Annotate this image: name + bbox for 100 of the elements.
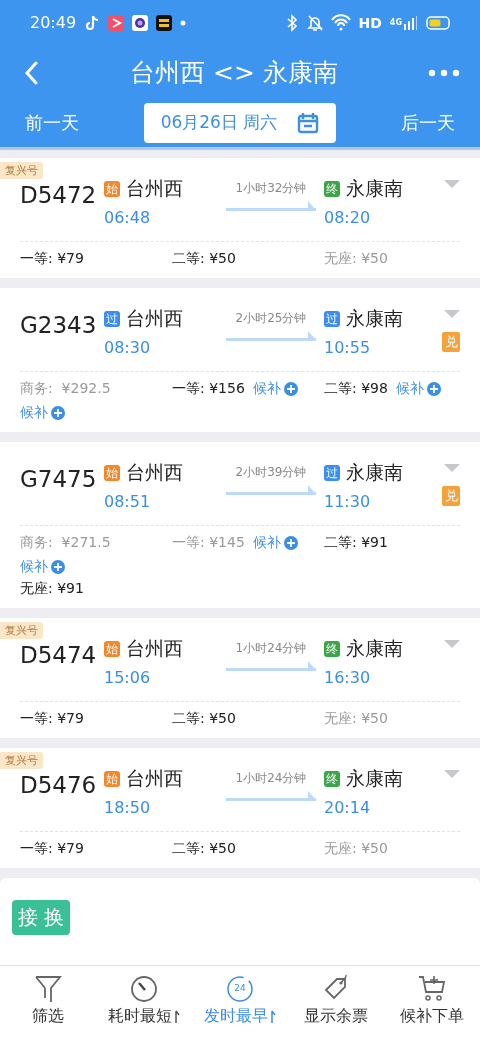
seat-price: 一等: ¥79 xyxy=(20,250,84,268)
station-tag: 过 xyxy=(324,311,340,327)
duration-text: 2小时39分钟 xyxy=(235,464,307,481)
station-name: 永康南 xyxy=(346,176,403,201)
dark-app-icon xyxy=(156,14,173,31)
back-icon xyxy=(24,60,40,85)
seat-price: 二等: ¥91 xyxy=(324,534,388,552)
expand-triangle-icon[interactable] xyxy=(444,180,460,188)
waitlist-button[interactable]: 候补 xyxy=(20,558,65,576)
duration-text: 2小时25分钟 xyxy=(235,310,307,327)
route-title: 台州西 <> 永康南 xyxy=(129,57,339,89)
waitlist-button[interactable]: 候补 xyxy=(20,404,65,422)
expand-triangle-icon[interactable] xyxy=(444,640,460,648)
toolbar-tab[interactable]: 耗时最短 xyxy=(96,974,192,1040)
plus-icon xyxy=(51,406,65,420)
station-tag: 终 xyxy=(324,641,340,657)
wifi-icon xyxy=(330,14,351,31)
time-text: 18:50 xyxy=(104,798,152,817)
station-tag: 过 xyxy=(324,465,340,481)
battery-icon xyxy=(426,15,450,30)
expand-triangle-icon[interactable] xyxy=(444,310,460,318)
plus-icon xyxy=(283,382,298,396)
station-name: 永康南 xyxy=(346,766,403,791)
time-text: 15:06 xyxy=(104,668,152,687)
time-text: 08:51 xyxy=(104,492,152,511)
seat-price: 二等: ¥50 xyxy=(172,250,236,268)
plus-icon xyxy=(283,536,298,550)
seat-price: 二等: ¥50 xyxy=(172,840,236,858)
duration-text: 1小时24分钟 xyxy=(235,640,307,657)
time-text: 20:14 xyxy=(324,798,372,817)
station-name: 永康南 xyxy=(346,306,403,331)
station-tag: 终 xyxy=(324,771,340,787)
train-number: G2343 xyxy=(20,311,98,338)
circle-app-icon xyxy=(132,14,149,31)
duration-text: 1小时24分钟 xyxy=(235,770,307,787)
clock-icon xyxy=(226,974,254,1002)
calendar-icon xyxy=(297,111,320,134)
muted-bell-icon xyxy=(306,13,323,32)
filter-icon xyxy=(34,974,62,1002)
plus-icon xyxy=(51,560,65,574)
seat-price: 一等: ¥79 xyxy=(20,840,84,858)
date-picker[interactable]: 06月26日 周六 xyxy=(144,102,336,143)
clock-time: 20:49 xyxy=(30,13,77,32)
time-text: 11:30 xyxy=(324,492,372,511)
dot-icon xyxy=(180,19,187,26)
toolbar-tab[interactable]: 显示余票 xyxy=(288,974,384,1040)
expand-triangle-icon[interactable] xyxy=(444,464,460,472)
seat-price: 无座: ¥50 xyxy=(324,250,388,268)
exchange-badge: 兑 xyxy=(442,332,460,352)
network-label: HD xyxy=(358,14,382,31)
waitlist-button[interactable]: 候补 xyxy=(252,380,298,398)
transfer-badge: 接 换 xyxy=(12,900,71,935)
train-type-badge: 复兴号 xyxy=(0,162,43,179)
seat-price: 无座: ¥50 xyxy=(324,840,388,858)
time-text: 10:55 xyxy=(324,338,372,357)
station-name: 台州西 xyxy=(126,176,183,201)
station-name: 永康南 xyxy=(346,636,403,661)
stopwatch-icon xyxy=(130,974,158,1002)
station-name: 台州西 xyxy=(126,766,183,791)
next-day-link[interactable]: 后一天 xyxy=(401,110,455,135)
waitlist-button[interactable]: 候补 xyxy=(252,534,298,552)
seat-price: 无座: ¥50 xyxy=(324,710,388,728)
time-text: 08:30 xyxy=(104,338,152,357)
time-text: 16:30 xyxy=(324,668,372,687)
previous-day-link[interactable]: 前一天 xyxy=(25,110,79,135)
seat-price: 无座: ¥91 xyxy=(20,580,84,598)
time-text: 08:20 xyxy=(324,208,372,227)
train-number: G7475 xyxy=(20,465,98,492)
seat-price: 商务: ¥292.5 xyxy=(20,380,111,398)
station-name: 台州西 xyxy=(126,636,183,661)
toolbar-tab[interactable]: 筛选 xyxy=(0,974,96,1040)
play-app-icon xyxy=(108,14,125,31)
toolbar-tab[interactable]: 24 发时最早 xyxy=(192,974,288,1040)
station-tag: 始 xyxy=(104,181,120,197)
plus-icon xyxy=(426,382,441,396)
exchange-badge: 兑 xyxy=(442,486,460,506)
station-tag: 始 xyxy=(104,771,120,787)
signal-bars-icon xyxy=(404,15,418,30)
time-text: 06:48 xyxy=(104,208,152,227)
waitlist-button[interactable]: 候补 xyxy=(395,380,441,398)
seat-price: 一等: ¥79 xyxy=(20,710,84,728)
seat-price: 一等: ¥156 xyxy=(172,380,245,398)
train-number: D5472 xyxy=(20,181,98,208)
station-tag: 始 xyxy=(104,641,120,657)
duration-text: 1小时32分钟 xyxy=(235,180,307,197)
seat-price: 二等: ¥50 xyxy=(172,710,236,728)
train-type-badge: 复兴号 xyxy=(0,622,43,639)
seat-price: 二等: ¥98 xyxy=(324,380,388,398)
expand-triangle-icon[interactable] xyxy=(444,770,460,778)
train-number: D5476 xyxy=(20,771,98,798)
train-type-badge: 复兴号 xyxy=(0,752,43,769)
station-name: 永康南 xyxy=(346,460,403,485)
station-tag: 始 xyxy=(104,465,120,481)
seat-price: 一等: ¥145 xyxy=(172,534,245,552)
music-note-icon xyxy=(84,13,101,32)
station-name: 台州西 xyxy=(126,460,183,485)
train-number: D5474 xyxy=(20,641,98,668)
station-tag: 终 xyxy=(324,181,340,197)
icon-number: 24 xyxy=(234,983,246,993)
toolbar-tab[interactable]: 候补下单 xyxy=(384,974,480,1040)
